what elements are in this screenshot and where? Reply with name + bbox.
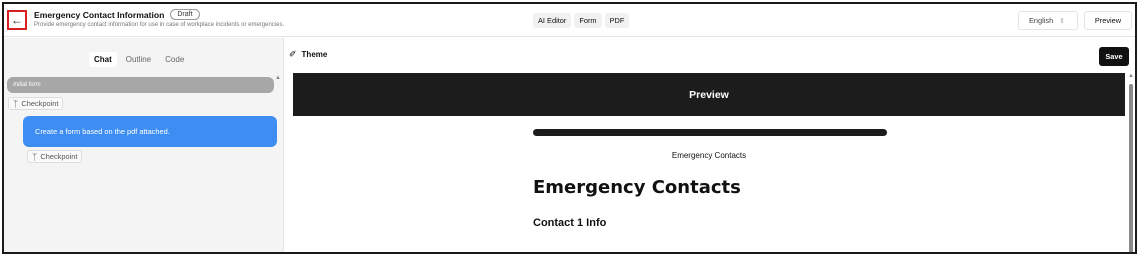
top-bar: ← Emergency Contact Information Draft Pr… — [4, 4, 1135, 37]
tab-ai-editor[interactable]: AI Editor — [533, 13, 572, 28]
page-subtitle: Provide emergency contact information fo… — [34, 22, 285, 28]
theme-label: Theme — [301, 50, 328, 59]
app-window: ← Emergency Contact Information Draft Pr… — [2, 2, 1137, 254]
preview-scrollbar[interactable]: ▲ — [1128, 73, 1134, 252]
form-caption: Emergency Contacts — [671, 151, 747, 160]
language-select[interactable]: English ⇕ — [1018, 11, 1078, 30]
tab-chat[interactable]: Chat — [89, 52, 117, 67]
document-title-block: Emergency Contact Information Draft Prov… — [34, 9, 284, 28]
initial-form-entry[interactable]: Initial form — [7, 77, 274, 93]
form-heading: Emergency Contacts — [533, 177, 741, 198]
back-button[interactable]: ← — [7, 10, 27, 30]
chevron-updown-icon: ⇕ — [1059, 17, 1066, 25]
mode-tabs: AI Editor Form PDF — [533, 13, 630, 28]
progress-bar — [533, 129, 887, 136]
tab-form[interactable]: Form — [574, 13, 602, 28]
chat-panel: Chat Outline Code Initial form ᛉ Checkpo… — [4, 38, 284, 252]
scroll-up-icon[interactable]: ▲ — [275, 75, 281, 81]
tab-pdf[interactable]: PDF — [604, 13, 630, 28]
paint-brush-icon: ✐ — [289, 49, 297, 59]
scroll-up-icon[interactable]: ▲ — [1128, 73, 1134, 79]
checkpoint-button[interactable]: ᛉ Checkpoint — [8, 97, 64, 110]
tab-code[interactable]: Code — [160, 52, 189, 67]
form-preview: Preview Emergency Contacts Emergency Con… — [293, 73, 1125, 252]
save-button[interactable]: Save — [1099, 47, 1129, 66]
user-message: Create a form based on the pdf attached. — [23, 116, 277, 147]
section-heading: Contact 1 Info — [533, 217, 607, 229]
git-branch-icon: ᛉ — [13, 98, 19, 109]
theme-button[interactable]: ✐ Theme — [289, 49, 327, 60]
checkpoint-label: Checkpoint — [40, 152, 78, 161]
panel-tabs: Chat Outline Code — [89, 52, 189, 67]
checkpoint-button[interactable]: ᛉ Checkpoint — [27, 150, 83, 163]
page-title: Emergency Contact Information — [34, 9, 165, 20]
language-value: English — [1029, 16, 1054, 25]
preview-panel: ✐ Theme Save Preview Emergency Contacts … — [285, 38, 1135, 252]
checkpoint-label: Checkpoint — [21, 99, 59, 108]
chat-scrollbar[interactable]: ▲ — [275, 75, 283, 252]
arrow-left-icon: ← — [11, 13, 23, 27]
tab-outline[interactable]: Outline — [121, 52, 156, 67]
scrollbar-thumb[interactable] — [1129, 84, 1133, 252]
status-badge: Draft — [170, 9, 200, 20]
preview-header: Preview — [293, 73, 1125, 116]
preview-button[interactable]: Preview — [1084, 11, 1132, 30]
git-branch-icon: ᛉ — [32, 151, 38, 162]
